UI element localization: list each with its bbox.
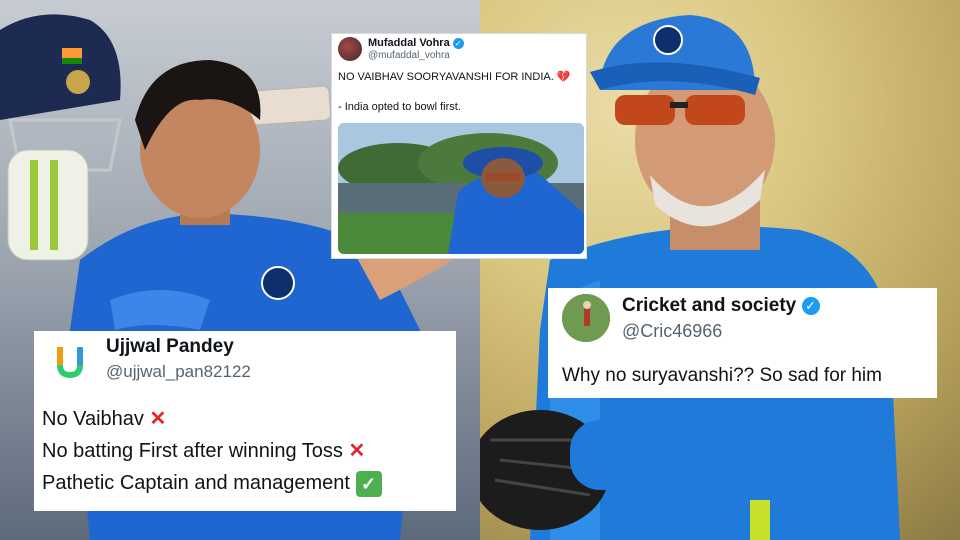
tweet-author-name: Mufaddal Vohra	[368, 37, 450, 49]
tweet-card-cricket-society[interactable]: Cricket and society ✓ @Cric46966 Why no …	[548, 288, 937, 398]
cross-mark-icon: ✕	[149, 408, 167, 430]
check-mark-icon: ✓	[355, 470, 382, 497]
cross-mark-icon: ✕	[348, 440, 366, 462]
tweet-author-name: Cricket and society	[622, 295, 797, 316]
tweet-text: Why no suryavanshi?? So sad for him	[562, 365, 882, 386]
tweet-author-handle: @ujjwal_pan82122	[106, 362, 251, 381]
tweet-text-line: Pathetic Captain and management ✓	[42, 467, 382, 499]
u-logo-icon	[57, 347, 83, 379]
tweet-card-ujjwal[interactable]: Ujjwal Pandey @ujjwal_pan82122 No Vaibha…	[34, 331, 456, 511]
cricketer-avatar-icon	[562, 294, 610, 342]
tweet-author-handle: @Cric46966	[622, 321, 723, 341]
stadium-photo-illustration	[338, 123, 584, 254]
avatar	[562, 294, 610, 342]
avatar	[338, 37, 362, 61]
verified-badge-icon: ✓	[801, 296, 820, 315]
tweet-text-line-1: NO VAIBHAV SOORYAVANSHI FOR INDIA. 💔	[338, 71, 571, 83]
tweet-text-line: No batting First after winning Toss ✕	[42, 440, 366, 462]
verified-badge-icon: ✓	[452, 37, 464, 49]
tweet-media-photo[interactable]	[338, 123, 584, 254]
tweet-author-name: Ujjwal Pandey	[106, 336, 234, 357]
tweet-author-handle: @mufaddal_vohra	[368, 50, 450, 61]
tweet-card-mufaddal[interactable]: Mufaddal Vohra ✓ @mufaddal_vohra NO VAIB…	[331, 33, 587, 259]
avatar	[50, 341, 90, 381]
tweet-text-line: No Vaibhav ✕	[42, 408, 167, 430]
tweet-text-line-2: - India opted to bowl first.	[338, 101, 461, 113]
